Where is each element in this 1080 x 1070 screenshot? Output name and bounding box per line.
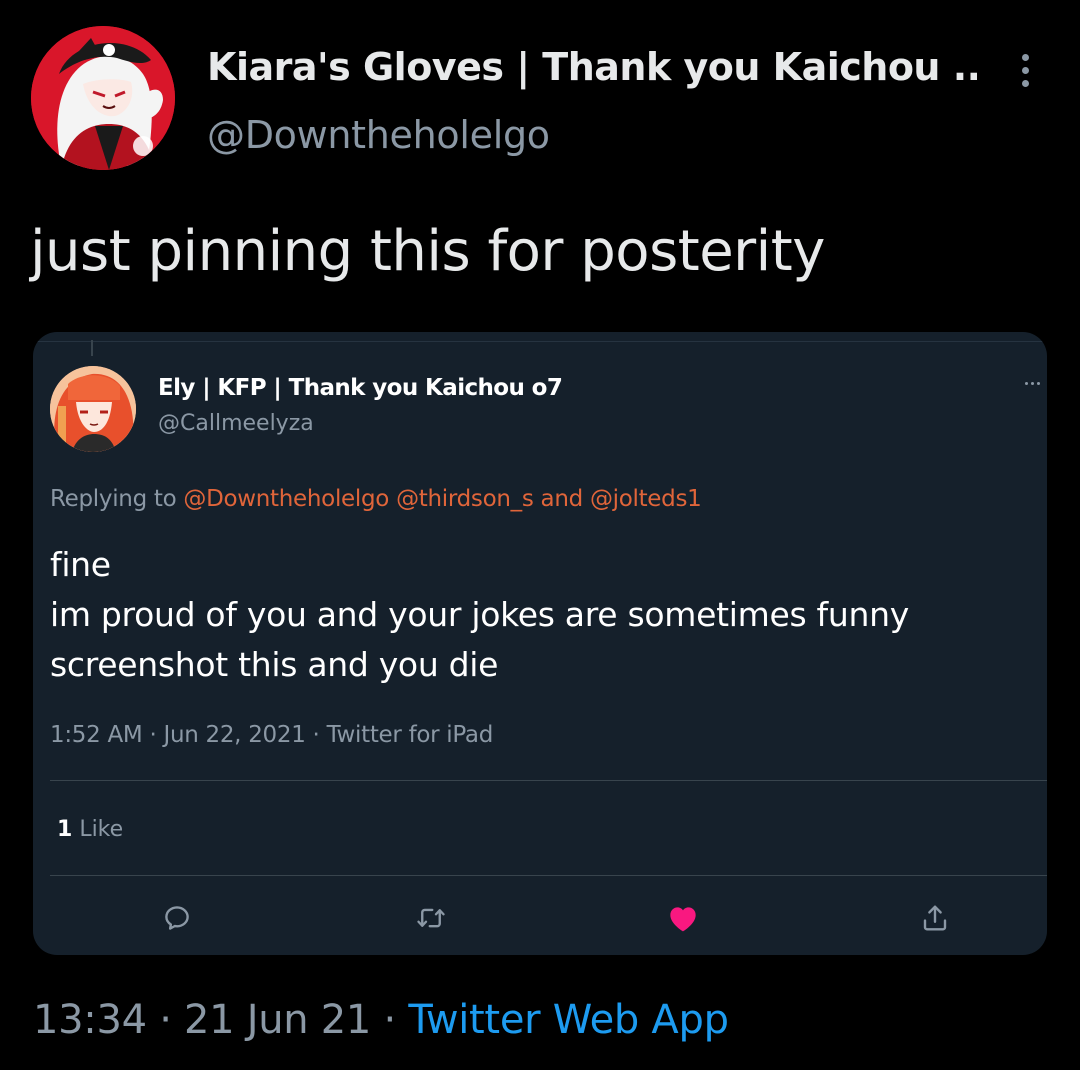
- likes-label: Like: [79, 817, 124, 842]
- more-dot: [1025, 382, 1028, 385]
- tweet-source-link[interactable]: Twitter Web App: [408, 997, 729, 1043]
- share-button[interactable]: [915, 898, 955, 938]
- mention-link[interactable]: @Downtheholelgo: [183, 486, 389, 512]
- divider: [50, 875, 1047, 876]
- tweet-time[interactable]: 13:34: [33, 997, 147, 1043]
- mention-link[interactable]: @thirdson_s: [396, 486, 534, 512]
- quoted-tweet-text: fine im proud of you and your jokes are …: [50, 540, 909, 690]
- avatar-anime-redhat-icon: [31, 26, 175, 170]
- more-vertical-icon[interactable]: [1010, 50, 1040, 90]
- tweet-footer: 13:34 · 21 Jun 21 · Twitter Web App: [33, 990, 729, 1050]
- like-button[interactable]: [663, 898, 703, 938]
- author-display-name[interactable]: Kiara's Gloves | Thank you Kaichou ...: [207, 40, 977, 94]
- more-horizontal-icon[interactable]: [1025, 382, 1040, 385]
- quoted-author-handle[interactable]: @Callmeelyza: [158, 408, 314, 440]
- thread-line: [91, 340, 93, 356]
- quoted-text-line: im proud of you and your jokes are somet…: [50, 595, 909, 634]
- avatar-anime-orange-hair-icon: [50, 366, 136, 452]
- quoted-tweet-card[interactable]: Ely | KFP | Thank you Kaichou o7 @Callme…: [33, 332, 1047, 955]
- replying-joiner: and: [540, 486, 584, 512]
- reply-icon: [165, 906, 189, 930]
- replying-prefix: Replying to: [50, 486, 177, 512]
- likes-count[interactable]: 1 Like: [57, 814, 123, 846]
- more-dot: [1037, 382, 1040, 385]
- retweet-button[interactable]: [411, 898, 451, 938]
- likes-number: 1: [57, 817, 73, 842]
- heart-icon: [670, 907, 696, 932]
- quoted-author-avatar[interactable]: [50, 366, 136, 452]
- author-avatar[interactable]: [31, 26, 175, 170]
- replying-to-line: Replying to @Downtheholelgo @thirdson_s …: [50, 482, 702, 516]
- divider: [33, 341, 1047, 342]
- retweet-icon: [417, 908, 445, 928]
- mention-link[interactable]: @jolteds1: [590, 486, 702, 512]
- quoted-text-line: screenshot this and you die: [50, 645, 499, 684]
- more-dot: [1021, 66, 1029, 74]
- quoted-timestamp[interactable]: 1:52 AM · Jun 22, 2021 · Twitter for iPa…: [50, 718, 493, 752]
- quoted-text-line: fine: [50, 545, 111, 584]
- tweet-text: just pinning this for posterity: [30, 219, 825, 284]
- divider: [50, 780, 1047, 781]
- quoted-author-display-name[interactable]: Ely | KFP | Thank you Kaichou o7: [158, 372, 563, 404]
- footer-separator: ·: [371, 997, 409, 1043]
- tweet-date[interactable]: 21 Jun 21: [184, 997, 371, 1043]
- footer-separator: ·: [146, 997, 185, 1043]
- more-dot: [1021, 79, 1029, 87]
- author-handle[interactable]: @Downtheholelgo: [207, 108, 550, 162]
- reply-button[interactable]: [157, 898, 197, 938]
- more-dot: [1021, 53, 1029, 61]
- share-icon: [923, 905, 947, 931]
- more-dot: [1031, 382, 1034, 385]
